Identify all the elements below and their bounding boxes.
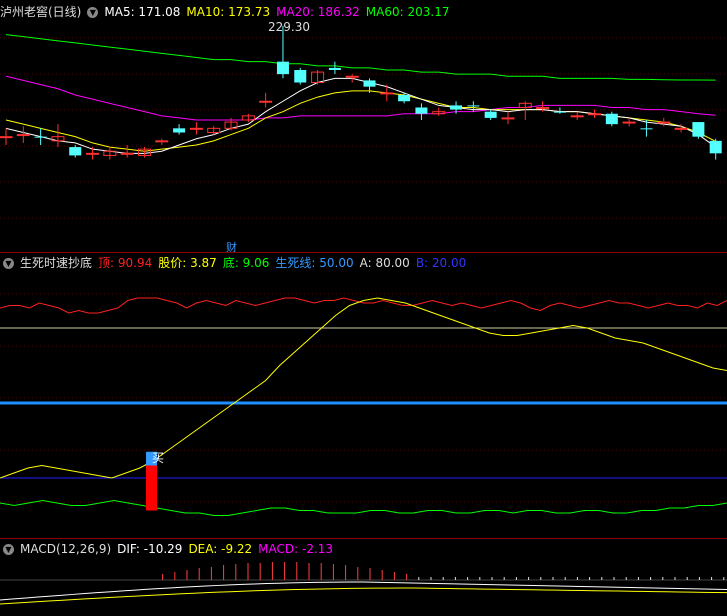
gujia-line <box>0 297 727 479</box>
ding-readout: 顶: 90.94 <box>98 256 153 270</box>
candle-body <box>415 107 428 114</box>
candle-body <box>0 136 13 139</box>
dif-readout: DIF: -10.29 <box>117 542 183 556</box>
candle-body <box>709 140 722 154</box>
candle-body <box>640 128 653 130</box>
candle-body <box>450 105 463 110</box>
candle-body <box>605 113 618 125</box>
panel-menu-icon[interactable]: ▼ <box>87 7 99 18</box>
candle-body <box>674 127 688 130</box>
indicator-menu-icon[interactable]: ▼ <box>3 258 14 269</box>
di-line <box>0 499 727 516</box>
panel-separator <box>0 252 727 253</box>
candle-body <box>155 140 169 143</box>
ma60-readout: MA60: 203.17 <box>365 5 450 19</box>
ma60-line <box>5 34 716 81</box>
b-readout: B: 20.00 <box>415 256 467 270</box>
candle-body <box>328 67 341 70</box>
candle-body <box>467 105 480 107</box>
candle-body <box>501 117 515 120</box>
macd-title[interactable]: MACD(12,26,9) <box>20 542 111 556</box>
a-readout: A: 80.00 <box>359 256 410 270</box>
candle-body <box>570 115 584 118</box>
gujia-readout: 股价: 3.87 <box>158 256 217 270</box>
indicator-title[interactable]: 生死时速抄底 <box>20 256 92 270</box>
high-price-label: 229.30 <box>268 20 310 34</box>
shengsi-readout: 生死线: 50.00 <box>275 256 354 270</box>
dea-line <box>0 587 727 605</box>
candle-body <box>380 92 394 95</box>
candle-body <box>16 134 30 137</box>
ma20-line <box>5 75 716 121</box>
stock-title[interactable]: 泸州老窖(日线) <box>0 5 81 19</box>
candle-body <box>484 111 497 118</box>
candle-body <box>173 128 186 133</box>
candle-body <box>657 121 671 124</box>
candle-body <box>120 152 134 155</box>
candle-body <box>692 122 705 137</box>
candle-body <box>69 147 82 156</box>
candle-body <box>363 80 376 87</box>
panel-separator-2 <box>0 538 727 539</box>
candle-body <box>398 95 411 102</box>
ma5-readout: MA5: 171.08 <box>104 5 181 19</box>
candle-body <box>294 70 307 83</box>
macd-chart[interactable] <box>0 556 727 616</box>
candle-body <box>345 75 359 78</box>
buy-label: 买 <box>152 451 165 465</box>
candle-body <box>86 152 100 155</box>
indicator-chart[interactable] <box>0 270 727 538</box>
buy-signal-bar <box>146 465 157 511</box>
dea-readout: DEA: -9.22 <box>188 542 253 556</box>
candle-body <box>189 127 203 130</box>
candle-body <box>536 107 550 109</box>
candle-body <box>622 121 636 124</box>
candle-body <box>553 111 566 113</box>
candle-body <box>276 61 289 75</box>
macd-menu-icon[interactable]: ▼ <box>3 544 14 555</box>
candle-body <box>259 100 273 103</box>
ma10-readout: MA10: 173.73 <box>186 5 271 19</box>
di-readout: 底: 9.06 <box>222 256 270 270</box>
candle-body <box>588 113 602 116</box>
macd-readout: MACD: -2.13 <box>258 542 334 556</box>
ma20-readout: MA20: 186.32 <box>276 5 360 19</box>
kline-chart[interactable] <box>0 18 727 254</box>
candle-body <box>34 136 47 138</box>
